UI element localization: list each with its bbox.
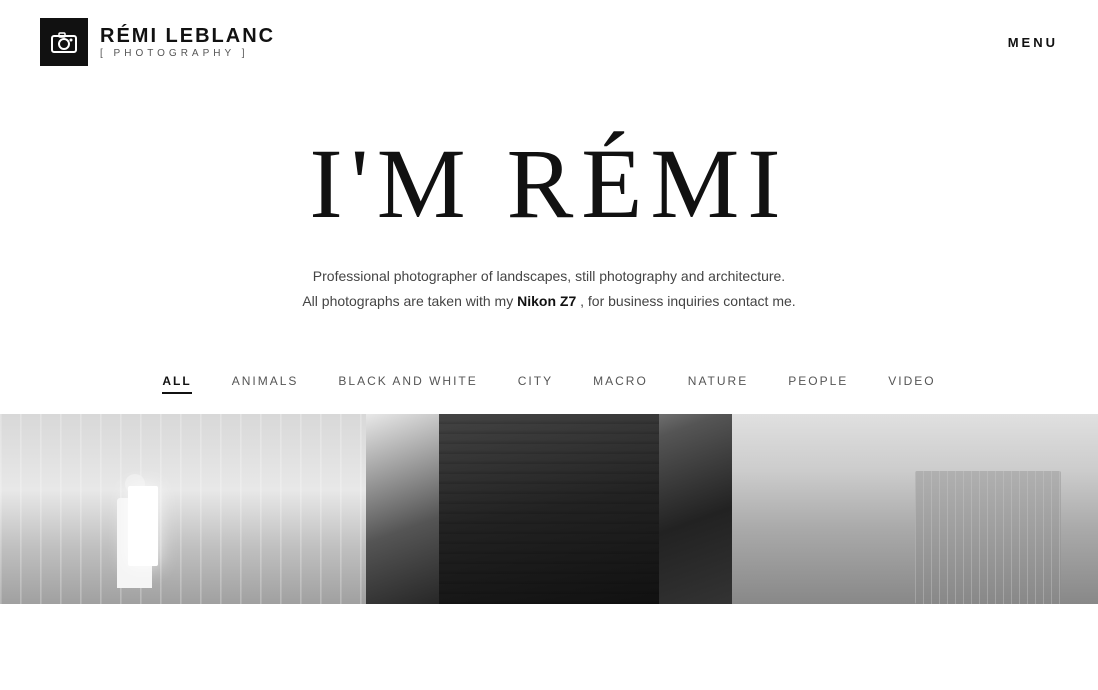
logo-subtitle: [ PHOTOGRAPHY ] [100,48,275,59]
hero-desc-line2-suffix: , for business inquiries contact me. [576,293,795,309]
photo-gallery [0,414,1098,604]
logo-text: RÉMI LEBLANC [ PHOTOGRAPHY ] [100,25,275,59]
filter-nature[interactable]: NATURE [688,374,748,394]
hero-description: Professional photographer of landscapes,… [40,264,1058,314]
gallery-item-city[interactable] [732,414,1098,604]
filter-animals[interactable]: ANIMALS [232,374,299,394]
hero-title: I'M RÉMI [40,134,1058,234]
filter-nav: ALL ANIMALS BLACK AND WHITE CITY MACRO N… [0,344,1098,414]
menu-button[interactable]: MENU [1008,35,1058,50]
person-body [117,498,152,588]
logo-area: RÉMI LEBLANC [ PHOTOGRAPHY ] [40,18,275,66]
hero-section: I'M RÉMI Professional photographer of la… [0,84,1098,334]
person-silhouette [110,474,160,604]
gallery-item-subway[interactable] [0,414,366,604]
logo-name: RÉMI LEBLANC [100,25,275,48]
camera-model: Nikon Z7 [517,293,576,309]
filter-people[interactable]: PEOPLE [788,374,848,394]
logo-icon [40,18,88,66]
person-head [125,474,145,494]
filter-city[interactable]: CITY [518,374,553,394]
hero-desc-line2-prefix: All photographs are taken with my [302,293,517,309]
filter-all[interactable]: ALL [162,374,191,394]
site-header: RÉMI LEBLANC [ PHOTOGRAPHY ] MENU [0,0,1098,84]
gallery-item-building[interactable] [366,414,732,604]
hero-desc-line1: Professional photographer of landscapes,… [313,268,785,284]
filter-video[interactable]: VIDEO [888,374,935,394]
filter-macro[interactable]: MACRO [593,374,648,394]
filter-black-and-white[interactable]: BLACK AND WHITE [338,374,477,394]
